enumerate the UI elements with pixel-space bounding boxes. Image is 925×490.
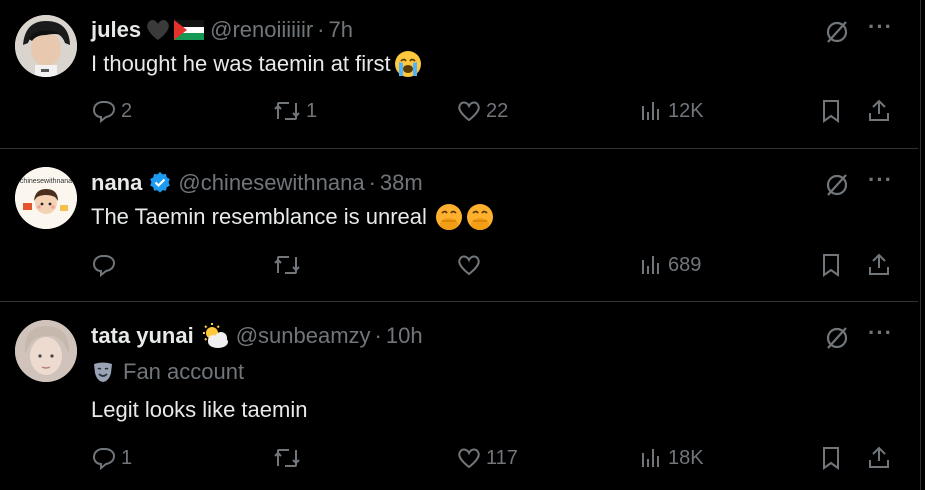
separator-dot: · [374,323,382,348]
reply-tweet[interactable]: tata yunai @sunbeamzy · 10h Fan account … [0,302,918,490]
theater-masks-icon [91,360,115,384]
like-count: 22 [486,99,509,122]
loudly-crying-face-icon [394,50,422,78]
tweet-text-content: The Taemin resemblance is unreal [91,204,427,229]
share-icon [869,446,889,468]
views-button[interactable]: 12K [638,98,704,124]
share-icon [869,253,889,275]
hand-over-mouth-emoji-icon [435,203,463,231]
reply-button[interactable] [91,252,121,278]
timestamp[interactable]: 38m [380,170,423,196]
heart-icon [458,255,480,276]
account-label: Fan account [91,359,244,385]
column-border [920,0,921,490]
more-options-button[interactable]: ··· [868,14,893,40]
verified-badge-icon [148,171,172,195]
avatar[interactable] [15,15,77,77]
palestine-flag-icon [174,20,205,40]
sun-behind-cloud-icon [200,322,230,350]
separator-dot: · [317,17,325,42]
retweet-icon [274,449,300,467]
timestamp[interactable]: 10h [386,323,423,349]
handle[interactable]: @sunbeamzy [236,323,371,349]
reply-button[interactable]: 1 [91,445,132,471]
separator-dot: · [368,170,376,195]
heart-icon [458,101,480,122]
bookmark-button[interactable] [818,445,844,471]
reply-tweet[interactable]: chinesewithnana nana @chinesewithnana · … [0,149,918,301]
heart-icon [458,448,480,469]
action-bar: 689 [0,252,918,286]
views-button[interactable]: 18K [638,445,704,471]
avatar[interactable]: chinesewithnana [15,167,77,229]
reply-icon [92,101,116,124]
avatar[interactable] [15,320,77,382]
timestamp[interactable]: 7h [329,17,353,43]
reply-icon [92,448,116,471]
reply-button[interactable]: 2 [91,98,132,124]
reply-count: 2 [121,99,133,122]
retweet-button[interactable]: 1 [272,98,317,124]
grok-icon[interactable] [823,18,851,46]
share-button[interactable] [866,252,892,278]
tweet-header: nana @chinesewithnana · 38m [91,168,423,198]
bookmark-button[interactable] [818,252,844,278]
share-button[interactable] [866,445,892,471]
black-heart-icon [145,18,171,42]
retweet-button[interactable] [272,445,306,471]
tweet-text: The Taemin resemblance is unreal [91,203,494,231]
like-button[interactable]: 22 [456,98,508,124]
tweet-text: Legit looks like taemin [91,397,307,423]
display-name[interactable]: nana [91,170,142,196]
action-bar: 1 117 18K [0,445,918,479]
more-options-button[interactable]: ··· [868,320,893,346]
retweet-icon [274,256,300,274]
grok-icon[interactable] [823,171,851,199]
views-icon [642,256,659,274]
tweet-text-content: I thought he was taemin at first [91,51,391,76]
bookmark-icon [823,254,839,277]
views-count: 689 [668,253,702,276]
tweet-header: jules @renoiiiiiir · 7h [91,15,353,45]
grok-icon[interactable] [823,324,851,352]
like-button[interactable] [456,252,486,278]
retweet-button[interactable] [272,252,306,278]
account-label-text: Fan account [123,359,245,384]
views-icon [642,102,659,120]
hand-over-mouth-emoji-icon [466,203,494,231]
like-count: 117 [486,446,518,469]
bookmark-icon [823,447,839,470]
tweet-text: I thought he was taemin at first [91,50,422,78]
avatar-illustration: chinesewithnana [15,167,77,229]
retweet-count: 1 [306,99,318,122]
tweet-text-content: Legit looks like taemin [91,397,308,422]
share-button[interactable] [866,98,892,124]
reply-count: 1 [121,446,133,469]
bookmark-icon [823,100,839,123]
reply-tweet[interactable]: jules @renoiiiiiir · 7h I thought he was… [0,0,918,148]
display-name[interactable]: tata yunai [91,323,194,349]
avatar-caption: chinesewithnana [20,178,72,185]
handle[interactable]: @chinesewithnana [178,170,364,196]
share-icon [869,99,889,121]
handle[interactable]: @renoiiiiiir [210,17,313,43]
views-button[interactable]: 689 [638,252,701,278]
views-icon [642,449,659,467]
tweet-header: tata yunai @sunbeamzy · 10h [91,321,423,351]
retweet-icon [274,102,300,120]
avatar-photo [15,15,77,77]
reply-icon [92,255,116,278]
views-count: 18K [668,446,704,469]
avatar-photo [15,320,77,382]
reply-feed: jules @renoiiiiiir · 7h I thought he was… [0,0,918,490]
views-count: 12K [668,99,704,122]
more-options-button[interactable]: ··· [868,167,893,193]
action-bar: 2 1 22 12K [0,98,918,132]
bookmark-button[interactable] [818,98,844,124]
display-name[interactable]: jules [91,17,141,43]
like-button[interactable]: 117 [456,445,518,471]
